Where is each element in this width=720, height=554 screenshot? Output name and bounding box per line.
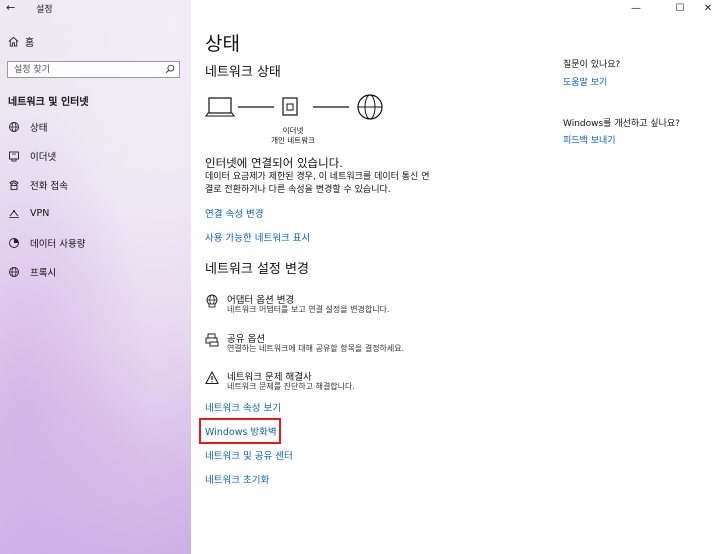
back-button[interactable]: ← bbox=[6, 1, 22, 15]
connection-status-description: 데이터 요금제가 제한된 경우, 이 네트워크를 데이터 통신 연결로 전환하거… bbox=[205, 172, 430, 195]
close-button[interactable]: ✕ bbox=[696, 0, 720, 16]
internet-globe-icon bbox=[357, 94, 383, 120]
computer-icon bbox=[204, 97, 236, 117]
page-title: 상태 bbox=[205, 33, 240, 55]
network-status-heading: 네트워크 상태 bbox=[205, 65, 281, 80]
sidebar-item-proxy[interactable]: 프록시 bbox=[0, 257, 191, 286]
network-sharing-center-link[interactable]: 네트워크 및 공유 센터 bbox=[205, 448, 293, 462]
change-network-settings-heading: 네트워크 설정 변경 bbox=[205, 262, 309, 277]
sidebar-item-vpn[interactable]: VPN bbox=[0, 199, 191, 228]
adapter-globe-icon bbox=[206, 294, 218, 308]
globe-icon bbox=[9, 266, 19, 277]
maximize-button[interactable]: ☐ bbox=[668, 0, 692, 16]
connection-status: 인터넷에 연결되어 있습니다. bbox=[205, 156, 343, 170]
home-icon bbox=[8, 36, 19, 47]
network-diagram: 이더넷 개인 네트워크 bbox=[204, 92, 395, 152]
title-bar-left: ← 설정 bbox=[0, 0, 191, 18]
ethernet-adapter-icon bbox=[282, 97, 298, 116]
search-icon[interactable] bbox=[165, 64, 175, 74]
sidebar-item-data-usage[interactable]: 데이터 사용량 bbox=[0, 228, 191, 257]
section-heading: 네트워크 및 인터넷 bbox=[8, 97, 89, 108]
feedback-link[interactable]: 피드백 보내기 bbox=[563, 133, 616, 146]
home-label: 홈 bbox=[25, 38, 35, 49]
globe-status-icon bbox=[9, 121, 19, 132]
sidebar-item-label: 프록시 bbox=[30, 267, 57, 279]
option-description: 네트워크 어댑터를 보고 연결 설정을 변경합니다. bbox=[227, 305, 390, 314]
search-input[interactable] bbox=[8, 62, 158, 77]
sidebar-nav: 상태 이더넷 전화 접속 VPN 데이터 사용량 프록시 bbox=[0, 112, 191, 286]
sidebar-item-ethernet[interactable]: 이더넷 bbox=[0, 141, 191, 170]
windows-firewall-link[interactable]: Windows 방화벽 bbox=[205, 424, 277, 438]
home-nav-item[interactable]: 홈 bbox=[8, 34, 34, 49]
data-usage-icon bbox=[9, 237, 19, 248]
search-box[interactable] bbox=[7, 61, 180, 78]
network-label: 개인 네트워크 bbox=[271, 136, 315, 145]
sidebar: ← 설정 홈 네트워크 및 인터넷 상태 bbox=[0, 0, 191, 554]
vpn-icon bbox=[9, 209, 19, 218]
sidebar-item-label: 상태 bbox=[30, 122, 48, 134]
sidebar-item-label: 이더넷 bbox=[30, 151, 57, 163]
minimize-button[interactable]: — bbox=[624, 0, 648, 16]
help-link[interactable]: 도움말 보기 bbox=[563, 75, 607, 88]
network-reset-link[interactable]: 네트워크 초기화 bbox=[205, 472, 269, 486]
warning-icon bbox=[205, 371, 219, 385]
ethernet-icon bbox=[9, 151, 19, 161]
app-title: 설정 bbox=[36, 5, 53, 15]
sidebar-item-dialup[interactable]: 전화 접속 bbox=[0, 170, 191, 199]
sidebar-item-label: VPN bbox=[30, 208, 50, 219]
question-label: 질문이 있나요? bbox=[563, 60, 621, 70]
sidebar-item-label: 전화 접속 bbox=[30, 180, 68, 192]
sharing-printer-icon bbox=[205, 333, 219, 347]
change-connection-properties-link[interactable]: 연결 속성 변경 bbox=[205, 206, 263, 220]
sidebar-item-status[interactable]: 상태 bbox=[0, 112, 191, 141]
option-description: 연결하는 네트워크에 대해 공유할 항목을 결정하세요. bbox=[227, 344, 405, 353]
phone-icon bbox=[9, 180, 19, 190]
sidebar-item-label: 데이터 사용량 bbox=[30, 238, 86, 250]
option-description: 네트워크 문제를 진단하고 해결합니다. bbox=[227, 382, 355, 391]
improve-label: Windows를 개선하고 싶나요? bbox=[563, 119, 680, 129]
show-available-networks-link[interactable]: 사용 가능한 네트워크 표시 bbox=[205, 230, 310, 244]
view-network-properties-link[interactable]: 네트워크 속성 보기 bbox=[205, 400, 281, 414]
